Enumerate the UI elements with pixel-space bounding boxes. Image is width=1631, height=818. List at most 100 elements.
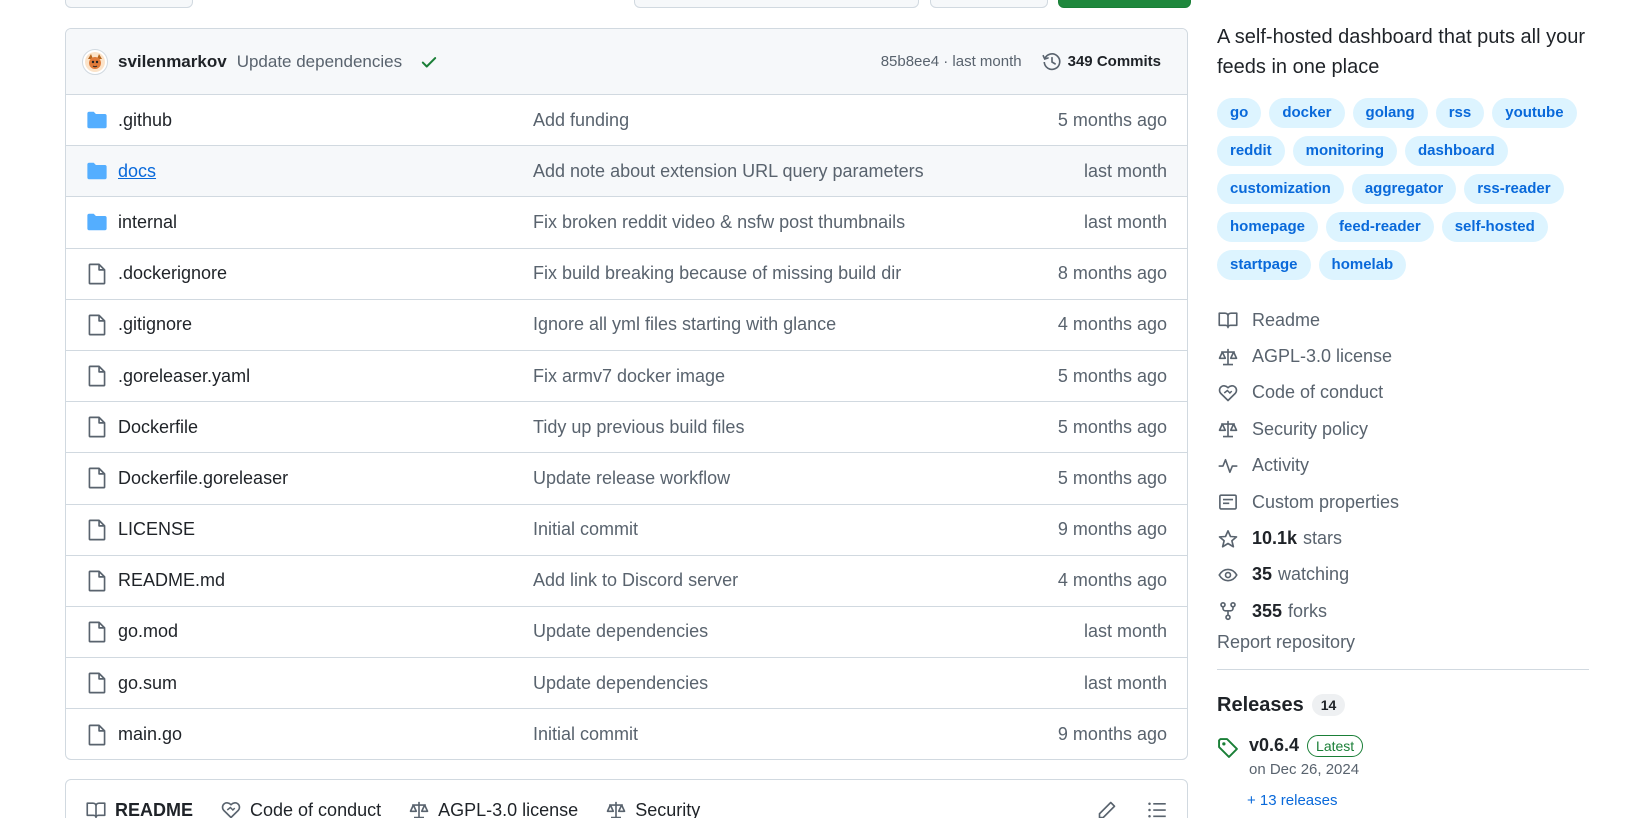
file-age[interactable]: 5 months ago <box>1058 366 1167 387</box>
file-name[interactable]: Dockerfile <box>118 417 533 438</box>
file-name[interactable]: internal <box>118 212 533 233</box>
file-row[interactable]: internal Fix broken reddit video & nsfw p… <box>66 197 1187 249</box>
report-repository-link[interactable]: Report repository <box>1217 632 1589 670</box>
topic-tag[interactable]: monitoring <box>1292 136 1397 166</box>
topic-tag[interactable]: reddit <box>1217 136 1285 166</box>
readme-tab[interactable]: Security <box>606 800 700 818</box>
file-name[interactable]: .gitignore <box>118 314 533 335</box>
topic-tag[interactable]: self-hosted <box>1441 212 1548 242</box>
file-commit-message[interactable]: Fix broken reddit video & nsfw post thum… <box>533 212 1084 233</box>
file-age[interactable]: 5 months ago <box>1058 417 1167 438</box>
latest-release[interactable]: v0.6.4 Latest on Dec 26, 2024 <box>1217 734 1589 778</box>
file-age[interactable]: 9 months ago <box>1058 724 1167 745</box>
avatar[interactable] <box>82 48 108 75</box>
file-name[interactable]: go.mod <box>118 621 533 642</box>
readme-tab[interactable]: Code of conduct <box>221 800 381 818</box>
file-age[interactable]: last month <box>1084 161 1167 182</box>
meta-link[interactable]: Activity <box>1217 448 1589 484</box>
meta-stat[interactable]: 355 forks <box>1217 593 1589 629</box>
file-age[interactable]: 4 months ago <box>1058 570 1167 591</box>
file-row[interactable]: .gitignore Ignore all yml files starting … <box>66 300 1187 351</box>
code-button[interactable] <box>1058 0 1191 8</box>
meta-stat[interactable]: 35 watching <box>1217 557 1589 593</box>
file-row[interactable]: main.go Initial commit 9 months ago <box>66 709 1187 759</box>
file-name[interactable]: Dockerfile.goreleaser <box>118 468 533 489</box>
topic-tag[interactable]: startpage <box>1217 250 1311 280</box>
releases-title[interactable]: Releases <box>1217 694 1304 717</box>
meta-link[interactable]: AGPL-3.0 license <box>1217 338 1589 374</box>
file-commit-message[interactable]: Add note about extension URL query param… <box>533 161 1084 182</box>
file-name[interactable]: go.sum <box>118 673 533 694</box>
list-icon[interactable] <box>1147 800 1167 818</box>
meta-link[interactable]: Security policy <box>1217 411 1589 447</box>
file-commit-message[interactable]: Add funding <box>533 110 1058 131</box>
commit-author[interactable]: svilenmarkov <box>118 52 227 72</box>
add-file-button[interactable] <box>930 0 1048 8</box>
check-icon[interactable] <box>420 53 438 71</box>
file-name[interactable]: .goreleaser.yaml <box>118 366 533 387</box>
meta-link[interactable]: Readme <box>1217 302 1589 338</box>
file-row[interactable]: go.sum Update dependencies last month <box>66 658 1187 710</box>
topic-tag[interactable]: aggregator <box>1351 174 1457 204</box>
file-age[interactable]: last month <box>1084 212 1167 233</box>
file-name[interactable]: README.md <box>118 570 533 591</box>
file-row[interactable]: .dockerignore Fix build breaking because … <box>66 249 1187 300</box>
file-commit-message[interactable]: Add link to Discord server <box>533 570 1058 591</box>
branch-button[interactable] <box>65 0 193 8</box>
file-row[interactable]: README.md Add link to Discord server 4 mon… <box>66 556 1187 607</box>
file-row[interactable]: go.mod Update dependencies last month <box>66 607 1187 659</box>
topic-tag[interactable]: homelab <box>1318 250 1407 280</box>
topic-tag[interactable]: rss-reader <box>1464 174 1564 204</box>
file-age[interactable]: last month <box>1084 673 1167 694</box>
topic-tag[interactable]: customization <box>1217 174 1344 204</box>
file-age[interactable]: 5 months ago <box>1058 468 1167 489</box>
topic-tag[interactable]: homepage <box>1217 212 1319 242</box>
file-age[interactable]: 9 months ago <box>1058 519 1167 540</box>
meta-link[interactable]: Custom properties <box>1217 484 1589 520</box>
topic-tag[interactable]: youtube <box>1492 98 1577 128</box>
file-row[interactable]: .goreleaser.yaml Fix armv7 docker image 5 … <box>66 351 1187 403</box>
file-row[interactable]: LICENSE Initial commit 9 months ago <box>66 505 1187 556</box>
release-version[interactable]: v0.6.4 <box>1249 735 1299 756</box>
file-name[interactable]: docs <box>118 161 533 182</box>
file-commit-message[interactable]: Initial commit <box>533 724 1058 745</box>
readme-tab[interactable]: README <box>86 800 193 818</box>
topic-tag[interactable]: rss <box>1435 98 1485 128</box>
file-age[interactable]: last month <box>1084 621 1167 642</box>
go-to-file-input[interactable] <box>634 0 919 8</box>
file-age[interactable]: 4 months ago <box>1058 314 1167 335</box>
file-commit-message[interactable]: Initial commit <box>533 519 1058 540</box>
file-commit-message[interactable]: Update dependencies <box>533 621 1084 642</box>
topic-tag[interactable]: dashboard <box>1405 136 1508 166</box>
readme-tab[interactable]: AGPL-3.0 license <box>409 800 578 818</box>
file-commit-message[interactable]: Ignore all yml files starting with glanc… <box>533 314 1058 335</box>
commits-link[interactable]: 349 Commits <box>1042 52 1161 72</box>
topic-tag[interactable]: golang <box>1352 98 1428 128</box>
file-commit-message[interactable]: Fix build breaking because of missing bu… <box>533 263 1058 284</box>
more-releases-link[interactable]: + 13 releases <box>1247 792 1589 809</box>
file-commit-message[interactable]: Update dependencies <box>533 673 1084 694</box>
commit-sha[interactable]: 85b8ee4 · last month <box>881 53 1022 70</box>
meta-stat[interactable]: 10.1k stars <box>1217 520 1589 556</box>
file-name[interactable]: LICENSE <box>118 519 533 540</box>
file-name[interactable]: .github <box>118 110 533 131</box>
topic-tag[interactable]: docker <box>1269 98 1345 128</box>
law-icon <box>409 800 429 818</box>
file-commit-message[interactable]: Update release workflow <box>533 468 1058 489</box>
file-commit-message[interactable]: Fix armv7 docker image <box>533 366 1058 387</box>
topic-tag[interactable]: feed-reader <box>1326 212 1434 242</box>
file-age[interactable]: 5 months ago <box>1058 110 1167 131</box>
topic-tag[interactable]: go <box>1217 98 1262 128</box>
file-name[interactable]: .dockerignore <box>118 263 533 284</box>
pencil-icon[interactable] <box>1097 800 1117 818</box>
file-row[interactable]: docs Add note about extension URL query p… <box>66 146 1187 198</box>
file-name[interactable]: main.go <box>118 724 533 745</box>
file-commit-message[interactable]: Tidy up previous build files <box>533 417 1058 438</box>
file-age[interactable]: 8 months ago <box>1058 263 1167 284</box>
commit-message[interactable]: Update dependencies <box>237 52 402 72</box>
meta-link[interactable]: Code of conduct <box>1217 375 1589 411</box>
stat-label: forks <box>1288 600 1328 621</box>
file-row[interactable]: Dockerfile Tidy up previous build files 5 … <box>66 402 1187 454</box>
file-row[interactable]: .github Add funding 5 months ago <box>66 95 1187 147</box>
file-row[interactable]: Dockerfile.goreleaser Update release work… <box>66 453 1187 505</box>
